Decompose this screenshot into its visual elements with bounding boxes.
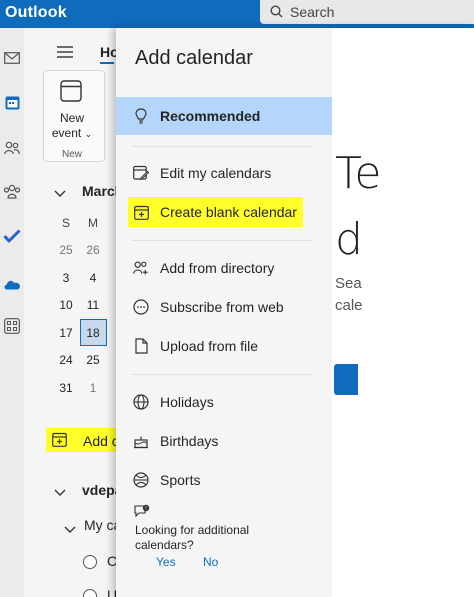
more-circle-icon [133,299,149,315]
groups-icon[interactable] [2,182,22,202]
calendar-toggle-radio[interactable] [83,589,97,597]
people-add-icon [133,260,149,276]
content-heading-line1: Te [335,148,382,199]
calendar-day[interactable]: 17 [54,326,78,340]
calendar-day[interactable]: 10 [54,298,78,312]
feedback-icon: ! [134,504,150,525]
nav-item-edit-my-calendars[interactable]: Edit my calendars [116,154,332,192]
onedrive-icon[interactable] [2,274,22,294]
search-box[interactable]: Search [260,0,474,24]
nav-item-label: Add from directory [160,260,275,276]
nav-item-birthdays[interactable]: Birthdays [116,422,332,460]
top-bar: Outlook Search [0,0,474,28]
ribbon-group-label: New [61,149,82,160]
nav-item-label: Birthdays [160,433,219,449]
nav-item-add-from-directory[interactable]: Add from directory [116,249,332,287]
svg-text:!: ! [145,506,146,512]
edit-calendar-icon [133,165,149,181]
nav-item-label: Sports [160,472,201,488]
content-primary-button[interactable] [334,364,358,395]
calendar-day[interactable]: 1 [81,381,105,395]
content-description-line1: Sea [335,275,362,292]
nav-item-upload-from-file[interactable]: Upload from file [116,327,332,365]
calendar-day[interactable]: 31 [54,381,78,395]
app-rail [0,28,24,597]
search-placeholder: Search [290,4,335,20]
add-calendar-panel: Add calendar Recommended Edit my calenda… [116,28,474,597]
calendar-day[interactable]: 4 [81,271,105,285]
new-event-label: New event [51,111,84,140]
document-icon [133,338,149,354]
todo-check-icon[interactable] [2,226,22,246]
people-icon[interactable] [2,138,22,158]
calendar-day[interactable]: 11 [81,298,105,312]
nav-item-label: Upload from file [160,338,259,354]
divider [132,374,312,375]
feedback-no-link[interactable]: No [203,555,218,569]
mail-icon[interactable] [2,48,22,68]
birthday-cake-icon [133,433,149,449]
nav-item-sports[interactable]: Sports [116,461,332,499]
lightbulb-icon [133,108,149,124]
new-event-button[interactable]: New event ⌄ [48,111,96,142]
panel-title: Add calendar [135,47,253,69]
nav-item-label: Holidays [160,394,214,410]
calendar-day[interactable]: 26 [81,243,105,257]
calendar-day-today[interactable]: 18 [81,326,105,340]
calendar-day[interactable]: 25 [81,353,105,367]
divider [132,240,312,241]
divider [132,146,312,147]
hamburger-menu-icon[interactable] [56,45,74,63]
tab-home-underline [100,62,114,64]
new-event-calendar-icon[interactable] [60,80,82,107]
calendar-toggle-radio[interactable] [83,555,97,569]
nav-item-label: Subscribe from web [160,299,284,315]
add-calendar-icon[interactable] [52,432,67,452]
chevron-down-icon: ⌄ [84,129,93,139]
app-name: Outlook [5,4,67,21]
content-description-line2: cale [335,297,363,314]
feedback-yes-link[interactable]: Yes [156,555,176,569]
content-heading-line2: d [335,214,363,265]
globe-icon [133,394,149,410]
feedback-question: Looking for additional calendars? [135,523,250,552]
add-calendar-nav: Add calendar Recommended Edit my calenda… [116,28,332,597]
add-calendar-icon [133,204,149,220]
nav-item-label: Recommended [160,108,261,124]
sports-ball-icon [133,472,149,488]
calendar-day[interactable]: 25 [54,243,78,257]
account-collapse-chevron-icon[interactable] [54,484,66,502]
calendar-day[interactable]: 3 [54,271,78,285]
month-collapse-chevron-icon[interactable] [54,185,66,203]
calendar-day[interactable]: 24 [54,353,78,367]
my-calendars-chevron-icon[interactable] [64,521,76,539]
search-icon [270,5,283,23]
nav-item-subscribe-from-web[interactable]: Subscribe from web [116,288,332,326]
nav-item-label: Edit my calendars [160,165,272,181]
nav-item-holidays[interactable]: Holidays [116,383,332,421]
weekday-header: S [61,216,70,230]
nav-item-recommended[interactable]: Recommended [116,97,332,135]
add-calendar-link[interactable]: Add c [83,433,119,449]
nav-item-create-blank-calendar[interactable]: Create blank calendar [116,193,332,231]
calendar-icon[interactable] [2,92,22,112]
nav-item-label: Create blank calendar [160,204,297,220]
apps-grid-icon[interactable] [2,316,22,336]
weekday-header: M [88,216,98,230]
